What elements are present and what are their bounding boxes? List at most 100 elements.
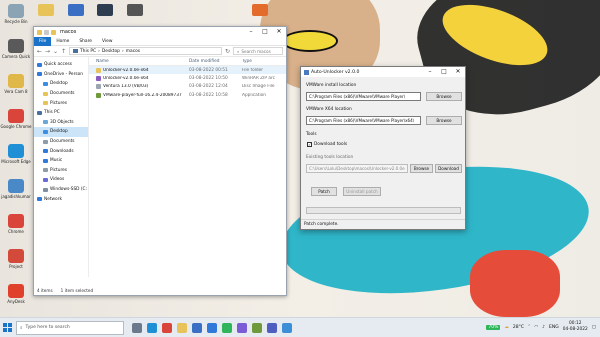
file-row[interactable]: Unlocker-v2.0.0e-x64 03-08-2022 10:50 WinR… [89, 74, 286, 82]
vmware-icon[interactable] [252, 322, 262, 333]
file-explorer-icon[interactable] [177, 322, 187, 333]
install-location-input[interactable]: C:\Program Files (x86)\VMware\VMware Pla… [306, 92, 421, 101]
close-button[interactable]: ✕ [451, 67, 465, 77]
desktop-shortcut[interactable]: Microsoft Edge [0, 144, 32, 164]
desktop-shortcut[interactable]: Camera Quick [0, 39, 32, 59]
column-name[interactable]: Name [96, 59, 189, 64]
chevron-up-icon[interactable]: ˄ [528, 325, 530, 330]
column-type[interactable]: Type [242, 59, 282, 64]
taskbar-apps [132, 322, 292, 333]
sidebar-item[interactable]: Documents [34, 89, 88, 99]
file-explorer-window[interactable]: macos – □ ✕ File Home Share View ← → ⌄ ↑… [33, 26, 287, 296]
minimize-button[interactable]: – [244, 27, 258, 37]
file-row[interactable]: Ventura 13.0 (VB/03) 03-08-2022 12:04 Disc… [89, 83, 286, 91]
file-name-cell: Ventura 13.0 (VB/03) [96, 84, 189, 90]
chevron-down-icon[interactable]: ⌄ [53, 48, 58, 55]
file-row[interactable]: Unlocker-v2.0.0e-x64 03-08-2022 00:51 File… [89, 66, 286, 75]
desktop-shortcut[interactable]: AnyDesk [0, 284, 32, 304]
tools-browse-button[interactable]: Browse [410, 164, 433, 173]
sidebar-item[interactable]: Pictures [34, 166, 88, 176]
tab-share[interactable]: Share [74, 39, 97, 44]
x64-location-input[interactable]: C:\Program Files (x86)\VMware\VMware Pla… [306, 116, 421, 125]
explorer-title-bar[interactable]: macos – □ ✕ [34, 27, 286, 37]
auto-unlocker-window[interactable]: Auto-Unlocker v2.0.0 – □ ✕ VMWare instal… [300, 66, 466, 230]
tab-view[interactable]: View [97, 39, 117, 44]
sidebar-item[interactable]: This PC [34, 108, 88, 118]
up-icon[interactable]: ↑ [61, 48, 66, 55]
breadcrumb-this-pc[interactable]: This PC [80, 49, 96, 54]
sidebar-item[interactable]: Network [34, 194, 88, 204]
mail-icon[interactable] [207, 322, 217, 333]
close-button[interactable]: ✕ [272, 27, 286, 37]
forward-icon[interactable]: → [45, 48, 50, 55]
video-icon [43, 177, 48, 182]
sidebar-item[interactable]: Pictures [34, 98, 88, 108]
notifications-icon[interactable]: ▢ [592, 325, 596, 330]
weather-temp[interactable]: 28°C [513, 325, 524, 330]
sidebar-item[interactable]: Music [34, 156, 88, 166]
volume-icon[interactable]: ♪ [542, 325, 545, 330]
sidebar-item[interactable]: Videos [34, 175, 88, 185]
desktop-shortcut[interactable]: Vera Cam 8 [0, 74, 32, 94]
sidebar-item[interactable]: Desktop [34, 127, 88, 137]
save-icon[interactable] [44, 29, 49, 35]
start-button[interactable] [0, 318, 14, 337]
desktop-shortcut[interactable] [250, 4, 270, 22]
maximize-button[interactable]: □ [258, 27, 272, 37]
desktop-shortcut[interactable]: Chrome [0, 214, 32, 234]
back-icon[interactable]: ← [37, 48, 42, 55]
desktop-shortcut-label: jagadishkumar [1, 194, 31, 199]
desktop-shortcut[interactable]: Project [0, 249, 32, 269]
clock[interactable]: 00:12 04-08-2022 [563, 321, 588, 333]
sidebar-item[interactable]: Documents [34, 137, 88, 147]
taskbar-search[interactable]: ⌕ Type here to search [16, 320, 124, 335]
sidebar-item[interactable]: OneDrive - Person [34, 70, 88, 80]
unlocker-title-bar[interactable]: Auto-Unlocker v2.0.0 – □ ✕ [301, 67, 465, 77]
chrome-icon[interactable] [162, 322, 172, 333]
task-view-icon[interactable] [132, 322, 142, 333]
tab-home[interactable]: Home [51, 39, 74, 44]
address-bar[interactable]: This PC › Desktop › macos [69, 47, 222, 55]
existing-tools-input[interactable]: C:\Users\Lolu\Desktop\macos\Unlocker-v2.… [306, 164, 408, 173]
wifi-icon[interactable]: ◠ [534, 325, 538, 330]
teams-icon[interactable] [267, 322, 277, 333]
desktop-shortcut[interactable] [36, 4, 56, 22]
tab-file[interactable]: File [34, 36, 52, 46]
desktop-shortcut[interactable]: jagadishkumar [0, 179, 32, 199]
patch-button[interactable]: Patch [311, 187, 337, 196]
download-tools-checkbox[interactable]: ✓ Download tools [307, 142, 347, 147]
uninstall-patch-button[interactable]: Uninstall patch [343, 187, 381, 196]
weather-icon[interactable]: ☁ [504, 325, 509, 330]
desktop-shortcut[interactable]: Recycle Bin [0, 4, 32, 24]
edge-icon[interactable] [147, 322, 157, 333]
search-icon: ⌕ [20, 325, 23, 331]
breadcrumb-desktop[interactable]: Desktop [102, 49, 120, 54]
sidebar-item[interactable]: Downloads [34, 146, 88, 156]
sidebar-item[interactable]: 3D Objects [34, 118, 88, 128]
download-button[interactable]: Download [435, 164, 462, 173]
desktop-shortcut[interactable] [95, 4, 115, 22]
refresh-icon[interactable]: ↻ [225, 48, 230, 55]
search-input[interactable]: ⌕ Search macos [233, 47, 283, 55]
install-browse-button[interactable]: Browse [426, 92, 462, 101]
sidebar-item[interactable]: Desktop [34, 79, 88, 89]
desktop-shortcut[interactable] [66, 4, 86, 22]
app-icon[interactable] [237, 322, 247, 333]
app-icon[interactable] [282, 322, 292, 333]
desktop-shortcut[interactable]: Google Chrome [0, 109, 32, 129]
folder-icon[interactable] [51, 29, 56, 35]
maximize-button[interactable]: □ [437, 67, 451, 77]
sidebar-item[interactable]: Quick access [34, 60, 88, 70]
file-row[interactable]: VMware-player-full-16.2.4-20089737 03-08-… [89, 91, 286, 99]
store-icon[interactable] [192, 322, 202, 333]
column-date-modified[interactable]: Date modified [189, 59, 242, 64]
desktop-shortcut[interactable] [125, 4, 145, 22]
breadcrumb-macos[interactable]: macos [126, 49, 140, 54]
x64-browse-button[interactable]: Browse [426, 116, 462, 125]
language-indicator[interactable]: ENG [549, 325, 559, 330]
checkbox-box[interactable]: ✓ [307, 142, 312, 147]
battery-indicator[interactable]: 70% [486, 324, 501, 330]
minimize-button[interactable]: – [423, 67, 437, 77]
whatsapp-icon[interactable] [222, 322, 232, 333]
sidebar-item[interactable]: Windows-SSD (C: [34, 185, 88, 195]
